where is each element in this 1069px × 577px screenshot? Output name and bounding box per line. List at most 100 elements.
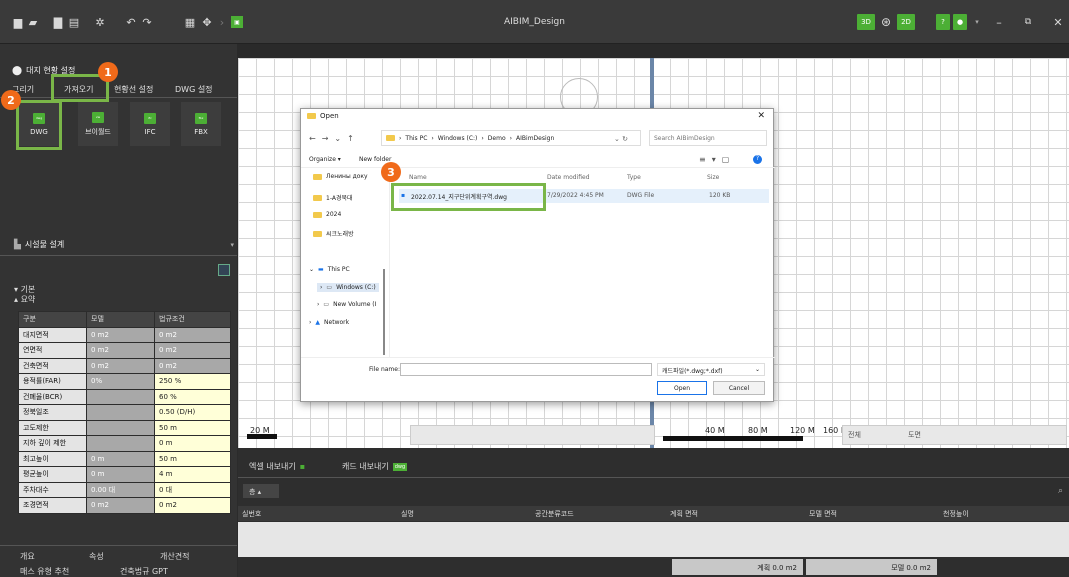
view-drawing-dropdown[interactable]: 도면	[908, 430, 921, 440]
view-toolbar-left[interactable]	[410, 425, 655, 445]
orbit-icon[interactable]: ⊛	[878, 14, 894, 30]
divider	[238, 477, 1069, 478]
row-label: 평균높이	[18, 466, 87, 483]
cell-value: 0 m2	[86, 357, 155, 374]
column-header[interactable]: Name	[409, 174, 427, 181]
summary-section[interactable]: ▴ 요약	[14, 294, 35, 305]
view-options-icon[interactable]: ≡▾▢	[699, 155, 735, 164]
column-header[interactable]: Type	[627, 174, 641, 181]
dwg-icon: dwg	[392, 462, 408, 471]
nav-arrows[interactable]: ←→⌄↑	[309, 134, 360, 143]
tab-overview[interactable]: 개요	[20, 551, 35, 562]
close-icon[interactable]: ✕	[757, 111, 765, 121]
tool-vworld[interactable]: vw 브이월드	[78, 102, 118, 146]
folder-icon	[307, 113, 316, 119]
divider	[301, 167, 775, 168]
table-row: 고도제한 50 m	[18, 419, 231, 436]
cell-value[interactable]: 50 m	[154, 450, 231, 467]
callout-1: 1	[98, 62, 118, 82]
chevron-right-icon: ›	[481, 135, 484, 142]
column-header[interactable]: Size	[707, 174, 719, 181]
cell-value[interactable]: 60 %	[154, 388, 231, 405]
nav-item-documents[interactable]: Ленины доку	[313, 173, 368, 180]
nav-item-folder[interactable]: 2024	[313, 211, 341, 218]
cell-value[interactable]: 0 대	[154, 481, 231, 498]
cancel-button[interactable]: Cancel	[713, 381, 765, 395]
panel-toggle-icon[interactable]	[218, 264, 230, 276]
tab-building-law-gpt[interactable]: 건축법규 GPT	[120, 566, 168, 577]
excel-icon: ▪	[299, 462, 306, 471]
scale-label: 120 M	[790, 426, 815, 435]
table-row: 평균높이 0 m4 m	[18, 466, 231, 483]
minimize-icon[interactable]: –	[993, 16, 1005, 29]
scale-bar	[247, 434, 277, 439]
table-row: 지하 깊이 제한 0 m	[18, 435, 231, 452]
refresh-icon[interactable]: ⌄ ↻	[614, 135, 628, 143]
cad-export-tab[interactable]: 캐드 내보내기 dwg	[342, 461, 408, 472]
floor-dropdown[interactable]: 층 ▴	[243, 484, 279, 498]
cell-value[interactable]: 4 m	[154, 466, 231, 483]
nav-item-drive-c[interactable]: › ▭ Windows (C:)	[317, 283, 379, 292]
restore-icon[interactable]: ⧉	[1022, 16, 1034, 28]
tab-mass-recommend[interactable]: 매스 유형 추천	[20, 566, 69, 577]
breadcrumb[interactable]: › This PC › Windows (C:) › Demo › AIBimDesig…	[381, 130, 641, 146]
cell-value[interactable]: 0 m	[154, 435, 231, 452]
tab-boundary-settings[interactable]: 현황선 설정	[114, 84, 153, 95]
column-header: 법규조건	[154, 311, 231, 328]
tab-dwg-settings[interactable]: DWG 설정	[175, 84, 213, 95]
row-label: 건축면적	[18, 357, 87, 374]
search-icon[interactable]: ⌕	[1058, 486, 1063, 496]
file-type-select[interactable]: 캐드파일(*.dwg;*.dxf) ⌄	[657, 363, 765, 376]
table-row: 대지면적 0 m2 0 m2	[18, 326, 231, 343]
nav-item-network[interactable]: › ▲ Network	[309, 319, 349, 326]
nav-item-drive-i[interactable]: › ▭ New Volume (I	[317, 301, 376, 308]
view-3d-button[interactable]: 3D	[857, 14, 875, 30]
open-file-dialog: Open ✕ ←→⌄↑ › This PC › Windows (C:) › Demo…	[300, 108, 775, 402]
open-button[interactable]: Open	[657, 381, 707, 395]
tool-ifc[interactable]: ifc IFC	[130, 102, 170, 146]
chevron-right-icon: ›	[320, 284, 323, 291]
excel-export-tab[interactable]: 엑셀 내보내기 ▪	[249, 461, 305, 472]
cell-value	[86, 388, 155, 405]
help-button[interactable]: ?	[936, 14, 950, 30]
row-label: 용적률(FAR)	[18, 373, 87, 390]
tool-fbx[interactable]: fbx FBX	[181, 102, 221, 146]
divider	[0, 97, 237, 98]
scale-label: 40 M	[705, 426, 725, 435]
organize-button[interactable]: Organize ▾	[309, 156, 341, 163]
chevron-down-icon: ⌄	[754, 366, 760, 373]
nav-scrollbar[interactable]	[383, 269, 385, 355]
view-all-dropdown[interactable]: 전체	[848, 430, 861, 440]
table-row: 건폐율(BCR) 60 %	[18, 388, 231, 405]
view-toolbar-right[interactable]	[842, 425, 1067, 445]
chevron-right-icon: ›	[509, 135, 513, 142]
drive-icon: ▭	[323, 301, 330, 308]
column-header: 실명	[401, 510, 414, 518]
help-icon[interactable]: ?	[753, 155, 762, 164]
view-2d-button[interactable]: 2D	[897, 14, 915, 30]
user-icon[interactable]: ●	[953, 14, 967, 30]
scale-label: 80 M	[748, 426, 768, 435]
cell-value[interactable]: 250 %	[154, 373, 231, 390]
tab-estimate[interactable]: 개산견적	[160, 551, 189, 562]
cell-value[interactable]: 0.50 (D/H)	[154, 404, 231, 421]
column-header[interactable]: Date modified	[547, 174, 590, 181]
chevron-right-icon: ›	[399, 135, 402, 142]
summary-table: 구분 모델 법규조건 대지면적 0 m2 0 m2 연면적 0 m2 0 m2 건축면적 0 …	[18, 311, 231, 514]
tab-properties[interactable]: 속성	[89, 551, 104, 562]
nav-item-folder[interactable]: 1-A경북대	[313, 193, 353, 202]
cell-value[interactable]: 50 m	[154, 419, 231, 436]
scale-bar	[663, 436, 803, 441]
table-row: 연면적 0 m2 0 m2	[18, 342, 231, 359]
chevron-down-icon[interactable]: ▾	[971, 16, 983, 28]
folder-icon	[313, 230, 322, 237]
close-icon[interactable]: ✕	[1052, 16, 1064, 29]
search-input[interactable]	[649, 130, 767, 146]
filename-input[interactable]	[400, 363, 652, 376]
nav-item-this-pc[interactable]: ⌄ ▬ This PC	[309, 266, 350, 273]
cell-value[interactable]: 0 m2	[154, 497, 231, 514]
nav-item-folder[interactable]: 씨크노래방	[313, 229, 354, 238]
facility-design-header[interactable]: ▙ 시설물 설계 ▾	[14, 239, 234, 250]
column-header: 모델	[86, 311, 155, 328]
table-body[interactable]	[238, 522, 1069, 557]
